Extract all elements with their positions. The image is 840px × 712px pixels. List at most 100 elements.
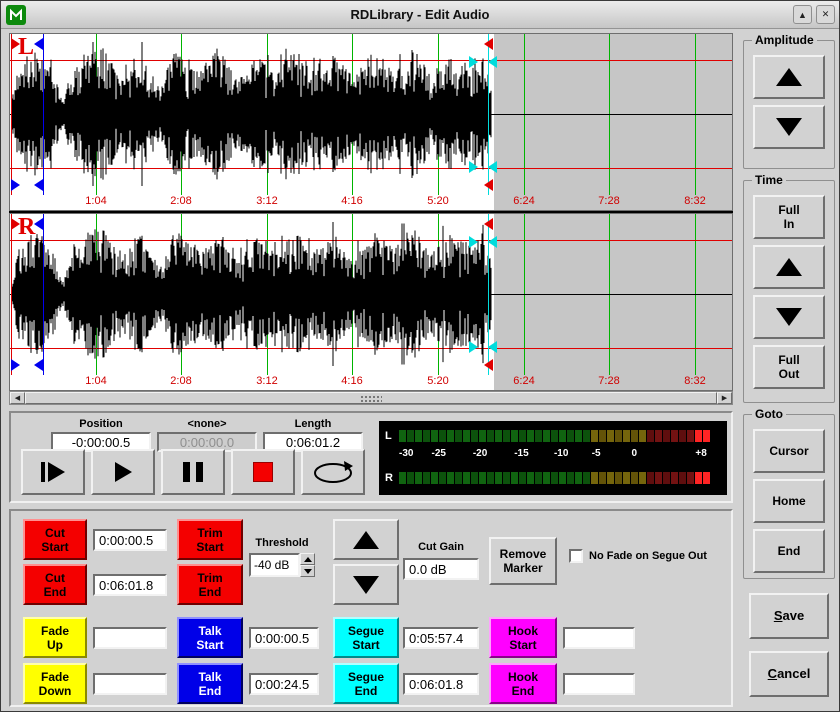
meter-scale-label: +8 [695,448,706,459]
amplitude-up-button[interactable] [753,55,825,99]
meter-segment [631,472,638,484]
cancel-button[interactable]: Cancel [749,651,829,697]
meter-segment [647,430,654,442]
full-out-button[interactable]: Full Out [753,345,825,389]
talk-start-marker[interactable] [11,179,20,191]
talk-end-marker[interactable] [34,218,43,230]
segue-start-button[interactable]: Segue Start [333,617,399,658]
segue-end-marker[interactable] [488,161,497,173]
no-fade-checkbox[interactable] [569,549,583,563]
segue-end-button[interactable]: Segue End [333,663,399,704]
play-button[interactable] [91,449,155,495]
thumb-grip [360,395,382,403]
talk-end-line[interactable] [43,214,44,375]
time-zoom-in-button[interactable] [753,245,825,289]
cut-start-field[interactable]: 0:00:00.5 [93,529,167,551]
talk-end-marker[interactable] [34,38,43,50]
scroll-left-icon[interactable]: ◀ [10,392,25,404]
segue-end-field[interactable]: 0:06:01.8 [403,673,479,695]
talk-end-line[interactable] [43,34,44,195]
cut-gain-field[interactable]: 0.0 dB [403,558,479,580]
goto-home-button[interactable]: Home [753,479,825,523]
talk-start-marker[interactable] [11,359,20,371]
meter-segment [695,472,702,484]
talk-start-button[interactable]: Talk Start [177,617,243,658]
segue-start-marker[interactable] [469,161,478,173]
app-logo-icon[interactable] [6,5,26,25]
trim-start-button[interactable]: Trim Start [177,519,243,560]
cut-end-marker[interactable] [484,359,493,371]
threshold-down-icon[interactable] [300,565,315,577]
gain-up-button[interactable] [333,519,399,560]
meter-segment [399,430,406,442]
cut-end-marker[interactable] [484,179,493,191]
meter-segment [687,472,694,484]
time-label: 1:04 [82,195,110,207]
hook-start-button[interactable]: Hook Start [489,617,557,658]
play-from-start-button[interactable] [21,449,85,495]
talk-end-button[interactable]: Talk End [177,663,243,704]
cut-end-marker[interactable] [484,38,493,50]
meter-segment [567,472,574,484]
amplitude-down-button[interactable] [753,105,825,149]
cut-end-marker[interactable] [484,218,493,230]
meter-segment [447,430,454,442]
talk-end-marker[interactable] [34,359,43,371]
cut-start-line[interactable] [11,214,12,375]
gain-down-button[interactable] [333,564,399,605]
time-group-label: Time [752,173,786,187]
pause-button[interactable] [161,449,225,495]
waveform-left-display[interactable]: L 1:042:083:124:165:206:247:288:32 [9,33,733,211]
edit-audio-window: RDLibrary - Edit Audio ▲ ✕ L 1:042:083:1… [0,0,840,712]
stop-button[interactable] [231,449,295,495]
talk-end-field[interactable]: 0:00:24.5 [249,673,319,695]
shade-window-icon[interactable]: ▲ [793,5,812,24]
save-button[interactable]: Save [749,593,829,639]
talk-start-field[interactable]: 0:00:00.5 [249,627,319,649]
time-label: 5:20 [424,375,452,387]
segue-end-marker[interactable] [488,341,497,353]
hook-end-field[interactable] [563,673,635,695]
stop-icon [253,462,273,482]
trim-end-button[interactable]: Trim End [177,564,243,605]
remove-marker-button[interactable]: Remove Marker [489,537,557,585]
segue-end-marker[interactable] [488,56,497,68]
threshold-spinbox[interactable]: -40 dB [249,553,315,577]
scrollbar-thumb[interactable] [25,392,717,404]
meter-segment [423,430,430,442]
close-icon[interactable]: ✕ [816,5,835,24]
no-fade-label: No Fade on Segue Out [589,550,707,562]
fade-down-field[interactable] [93,673,167,695]
meter-segment [503,472,510,484]
segue-start-marker[interactable] [469,236,478,248]
talk-end-marker[interactable] [34,179,43,191]
fade-down-button[interactable]: Fade Down [23,663,87,704]
cut-end-field[interactable]: 0:06:01.8 [93,574,167,596]
meter-segment [503,430,510,442]
waveform-scrollbar[interactable]: ◀ ▶ [9,391,733,405]
time-zoom-out-button[interactable] [753,295,825,339]
segue-start-field[interactable]: 0:05:57.4 [403,627,479,649]
hook-end-button[interactable]: Hook End [489,663,557,704]
scroll-right-icon[interactable]: ▶ [717,392,732,404]
fade-up-field[interactable] [93,627,167,649]
segue-start-marker[interactable] [469,341,478,353]
threshold-value[interactable]: -40 dB [249,553,300,577]
fade-up-button[interactable]: Fade Up [23,617,87,658]
hook-start-field[interactable] [563,627,635,649]
segue-start-marker[interactable] [469,56,478,68]
cut-end-button[interactable]: Cut End [23,564,87,605]
time-label: 4:16 [338,195,366,207]
cut-start-line[interactable] [11,34,12,195]
segue-end-marker[interactable] [488,236,497,248]
goto-cursor-button[interactable]: Cursor [753,429,825,473]
goto-end-button[interactable]: End [753,529,825,573]
meter-segment [583,472,590,484]
meter-segment [415,472,422,484]
waveform-right-display[interactable]: R 1:042:083:124:165:206:247:288:32 [9,213,733,391]
loop-button[interactable] [301,449,365,495]
meter-segment [663,472,670,484]
threshold-up-icon[interactable] [300,553,315,565]
full-in-button[interactable]: Full In [753,195,825,239]
cut-start-button[interactable]: Cut Start [23,519,87,560]
